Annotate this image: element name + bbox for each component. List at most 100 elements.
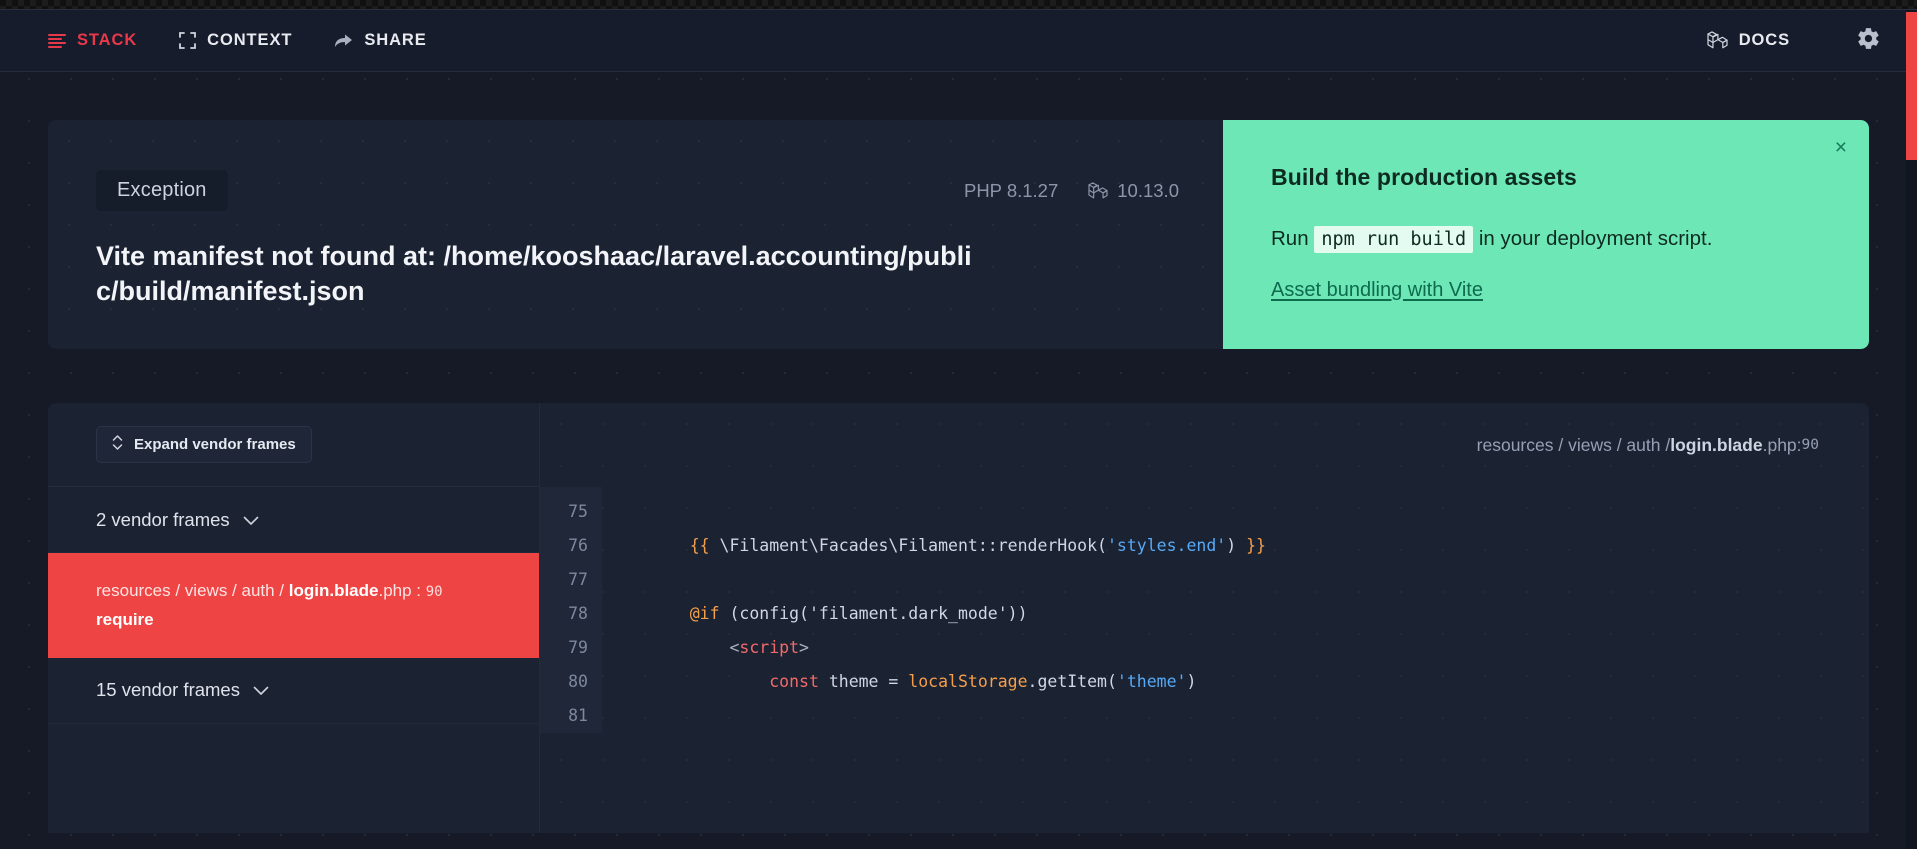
code-line-number: 78 xyxy=(568,604,588,624)
code-line: <script> xyxy=(650,631,1869,665)
code-line: @if (config('filament.dark_mode')) xyxy=(650,597,1869,631)
nav-link-docs[interactable]: DOCS xyxy=(1707,31,1790,50)
code-token: script xyxy=(739,638,800,658)
chevron-down-icon xyxy=(253,679,269,701)
code-token: 'filament.dark_mode' xyxy=(808,604,1008,624)
page-content: Exception PHP 8.1.27 10.13.0 Vite manife… xyxy=(0,72,1917,834)
expand-vendor-frames-label: Expand vendor frames xyxy=(134,436,296,454)
code-line-number: 79 xyxy=(568,638,588,658)
php-version: PHP 8.1.27 xyxy=(964,180,1058,202)
code-line: {{ \Filament\Facades\Filament::renderHoo… xyxy=(650,529,1869,563)
solution-command: npm run build xyxy=(1314,226,1474,253)
share-arrow-icon xyxy=(334,33,353,49)
code-line: const theme = localStorage.getItem('them… xyxy=(650,665,1869,699)
nav-tab-share[interactable]: SHARE xyxy=(334,31,426,50)
page-scrollbar-thumb[interactable] xyxy=(1906,12,1917,160)
chevron-updown-icon xyxy=(112,435,123,454)
frame-item-method: require xyxy=(96,609,154,629)
exception-card: Exception PHP 8.1.27 10.13.0 Vite manife… xyxy=(48,120,1223,350)
laravel-version: 10.13.0 xyxy=(1088,180,1179,202)
browser-chrome-strip xyxy=(0,0,1917,10)
code-breadcrumb-file: login.blade xyxy=(1670,434,1763,455)
nav-tab-stack-label: STACK xyxy=(77,31,138,49)
gear-icon xyxy=(1856,26,1881,56)
nav-link-docs-label: DOCS xyxy=(1738,31,1790,49)
frame-path-file: login.blade xyxy=(288,581,379,601)
code-token: 'styles.end' xyxy=(1106,536,1227,556)
exception-card-header: Exception PHP 8.1.27 10.13.0 xyxy=(96,170,1179,211)
frame-group-vendor-top[interactable]: 2 vendor frames xyxy=(48,487,539,554)
code-breadcrumb-dirs: resources / views / auth / xyxy=(1476,434,1671,455)
code-line-number: 76 xyxy=(568,536,588,556)
solution-description: Run npm run build in your deployment scr… xyxy=(1271,224,1823,255)
code-line-number: 75 xyxy=(568,502,588,522)
solution-card: × Build the production assets Run npm ru… xyxy=(1223,120,1869,350)
code-breadcrumb: resources / views / auth / login.blade .p… xyxy=(540,403,1869,487)
code-token: .getItem( xyxy=(1027,672,1117,692)
nav-tab-context-label: CONTEXT xyxy=(207,31,293,49)
runtime-versions: PHP 8.1.27 10.13.0 xyxy=(964,180,1179,202)
code-token: const xyxy=(769,672,819,692)
code-token: {{ xyxy=(689,536,710,556)
frames-sidebar-header: Expand vendor frames xyxy=(48,403,539,488)
laravel-version-label: 10.13.0 xyxy=(1117,179,1179,201)
frame-path-dirs: resources / views / auth / xyxy=(96,581,289,601)
exception-type-badge: Exception xyxy=(96,170,228,211)
laravel-logo-icon xyxy=(1088,181,1108,200)
frame-item-path: resources / views / auth / login.blade.p… xyxy=(96,579,513,604)
code-block: 75 76 77 78 79 80 81 {{ \Filament\Facades\Fila… xyxy=(540,487,1869,734)
code-line-number: 77 xyxy=(568,570,588,590)
nav-tab-share-label: SHARE xyxy=(364,31,427,49)
code-token: theme = xyxy=(818,672,909,692)
exception-section: Exception PHP 8.1.27 10.13.0 Vite manife… xyxy=(48,120,1869,350)
code-line-numbers: 75 76 77 78 79 80 81 xyxy=(540,487,602,734)
stack-lines-icon xyxy=(48,33,66,49)
code-line-number: 81 xyxy=(568,706,588,726)
frame-item-login-blade[interactable]: resources / views / auth / login.blade.p… xyxy=(48,553,539,658)
code-line-number: 80 xyxy=(568,672,588,692)
code-token: < xyxy=(729,638,740,658)
frame-path-line-number: 90 xyxy=(425,584,443,601)
page-scrollbar-track[interactable] xyxy=(1906,10,1917,849)
navbar-right-group: DOCS xyxy=(1707,26,1881,56)
frames-sidebar: Expand vendor frames 2 vendor frames res… xyxy=(48,403,540,834)
laravel-logo-icon xyxy=(1707,31,1728,50)
nav-tab-context[interactable]: CONTEXT xyxy=(179,31,292,50)
code-token: \Filament\Facades\Filament::renderHook( xyxy=(709,536,1107,556)
code-breadcrumb-line-number: 90 xyxy=(1801,437,1819,454)
crop-frame-icon xyxy=(179,32,197,49)
code-token: localStorage xyxy=(908,672,1028,692)
code-token: @if xyxy=(689,604,720,624)
expand-vendor-frames-button[interactable]: Expand vendor frames xyxy=(96,426,312,464)
top-navbar: STACK CONTEXT SHARE DOCS xyxy=(0,10,1917,72)
frame-group-vendor-bottom[interactable]: 15 vendor frames xyxy=(48,658,539,724)
frame-group-vendor-top-label: 2 vendor frames xyxy=(96,508,230,530)
solution-docs-link[interactable]: Asset bundling with Vite xyxy=(1271,279,1483,302)
chevron-down-icon xyxy=(243,509,259,531)
code-token: (config( xyxy=(719,604,809,624)
close-icon[interactable]: × xyxy=(1835,137,1847,158)
code-source-lines[interactable]: {{ \Filament\Facades\Filament::renderHoo… xyxy=(602,487,1869,733)
solution-title: Build the production assets xyxy=(1271,164,1577,190)
exception-message: Vite manifest not found at: /home/koosha… xyxy=(96,241,972,307)
settings-button[interactable] xyxy=(1856,26,1881,56)
php-version-label: PHP 8.1.27 xyxy=(963,179,1059,201)
frame-path-separator: : xyxy=(411,581,426,601)
frame-group-vendor-bottom-label: 15 vendor frames xyxy=(96,679,240,701)
nav-tab-stack[interactable]: STACK xyxy=(48,31,137,50)
code-token: ) xyxy=(1186,672,1197,692)
solution-text-after: in your deployment script. xyxy=(1478,227,1713,250)
code-token: > xyxy=(799,638,809,658)
code-token: }} xyxy=(1246,536,1266,556)
stack-trace-section: Expand vendor frames 2 vendor frames res… xyxy=(48,403,1869,834)
code-token: ) xyxy=(1226,536,1247,556)
code-token: 'theme' xyxy=(1116,672,1187,692)
solution-text-before: Run xyxy=(1271,227,1309,250)
code-viewer: resources / views / auth / login.blade .p… xyxy=(540,403,1869,834)
